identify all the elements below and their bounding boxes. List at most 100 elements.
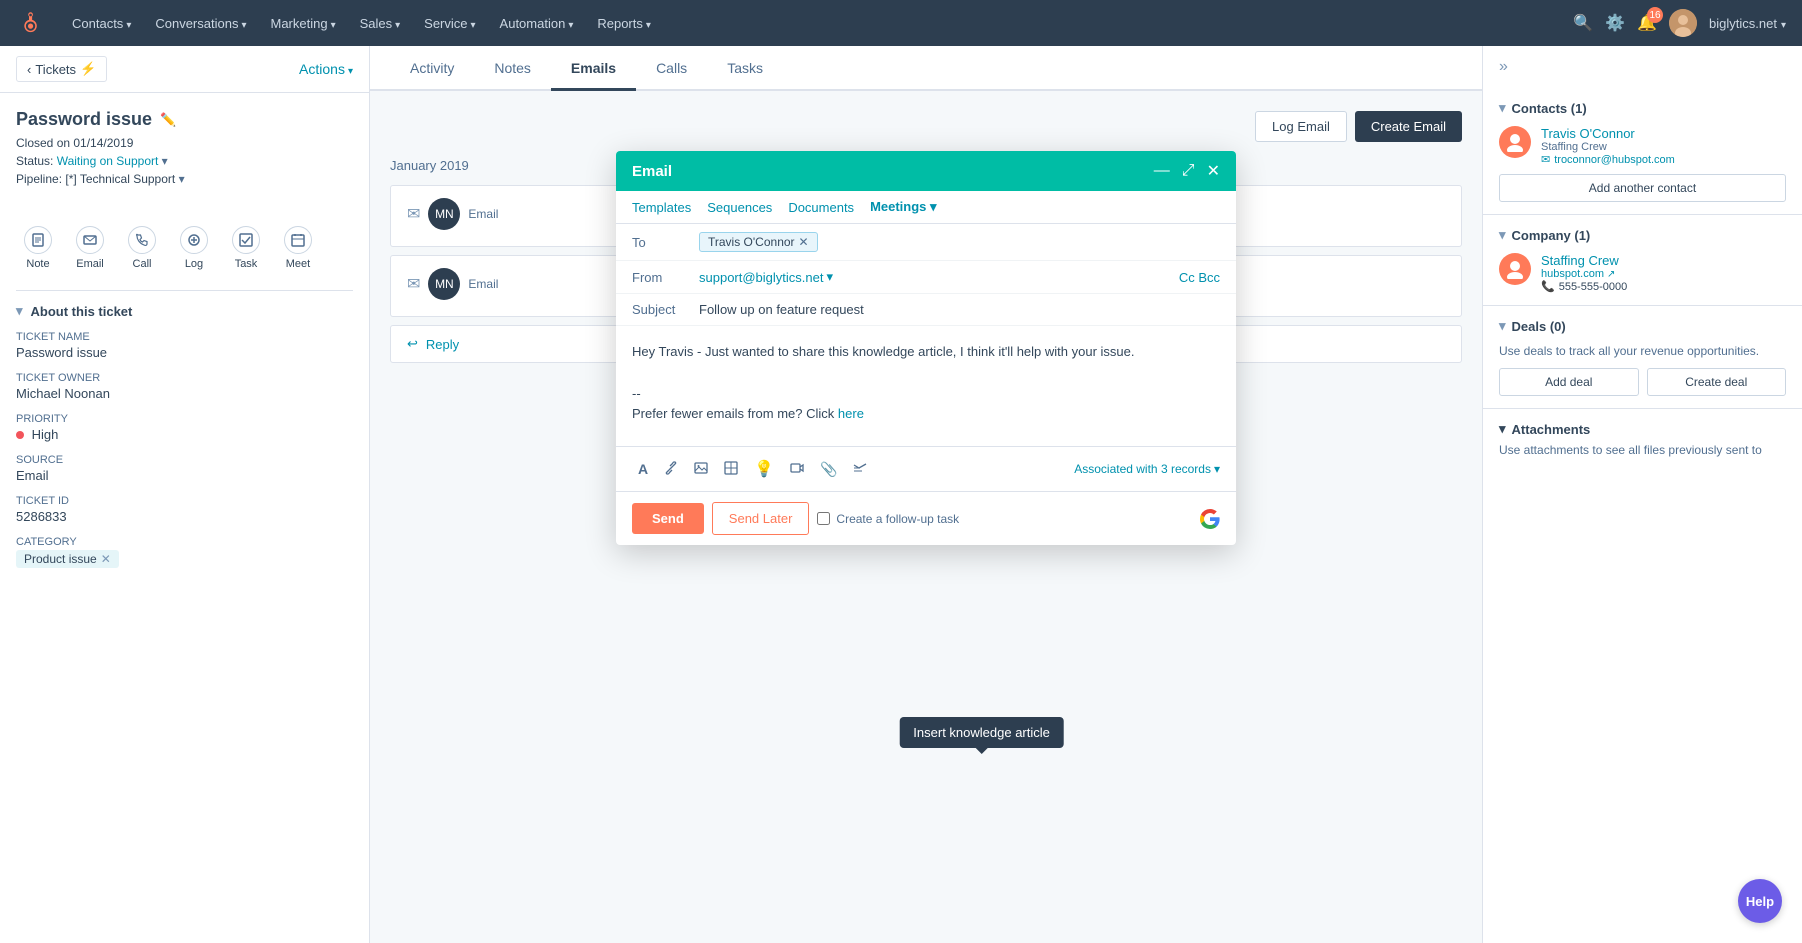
nav-automation[interactable]: Automation [490,10,584,37]
note-button[interactable]: Note [16,222,60,274]
deals-section-header[interactable]: ▾ Deals (0) [1499,318,1786,334]
bold-button[interactable]: A [632,457,654,481]
phone-icon: 📞 [1541,280,1555,293]
ticket-owner-field: Ticket owner Michael Noonan [16,372,353,401]
ticket-name: Password issue [16,109,152,130]
envelope-icon: ✉ [407,204,420,224]
modal-toolbar: Templates Sequences Documents Meetings ▾ [616,191,1236,224]
close-modal-button[interactable]: ✕ [1207,161,1220,181]
sender-avatar-2: MN [428,268,460,300]
tab-tasks[interactable]: Tasks [707,46,783,91]
unsubscribe-link[interactable]: here [838,406,864,421]
email-button[interactable]: Email [68,222,112,274]
expand-button[interactable]: ⤢ [1182,162,1195,180]
attachments-header[interactable]: ▾ Attachments [1499,421,1786,437]
content-area: Log Email Create Email January 2019 ✉ MN… [370,91,1482,943]
ticket-id-field: Ticket ID 5286833 [16,495,353,524]
snippet-button[interactable] [847,457,873,482]
tab-emails[interactable]: Emails [551,46,636,91]
back-to-tickets-button[interactable]: ‹ Tickets ⚡ [16,56,107,82]
modal-controls: — ⤢ ✕ [1154,161,1220,181]
add-deal-button[interactable]: Add deal [1499,368,1639,396]
add-contact-button[interactable]: Add another contact [1499,174,1786,202]
company-site-link[interactable]: hubspot.com ↗ [1541,268,1627,280]
modal-body[interactable]: Hey Travis - Just wanted to share this k… [616,326,1236,446]
about-header[interactable]: ▾ About this ticket [16,303,353,319]
chevron-down-icon: ▾ [1499,318,1506,334]
edit-icon[interactable]: ✏️ [160,112,176,128]
video-button[interactable] [784,457,810,482]
remove-contact-button[interactable]: ✕ [799,235,809,249]
actions-dropdown[interactable]: Actions [299,61,353,77]
meet-button[interactable]: Meet [276,222,320,274]
tab-activity[interactable]: Activity [390,46,474,91]
call-button[interactable]: Call [120,222,164,274]
nav-service[interactable]: Service [414,10,485,37]
create-email-button[interactable]: Create Email [1355,111,1462,142]
notifications[interactable]: 🔔 16 [1637,13,1657,33]
ticket-name-field: Ticket name Password issue [16,331,353,360]
follow-up-checkbox[interactable] [817,512,830,525]
subject-field: Subject Follow up on feature request [616,294,1236,326]
create-deal-button[interactable]: Create deal [1647,368,1787,396]
nav-reports[interactable]: Reports [587,10,661,37]
chevron-down-icon: ▾ [826,269,833,285]
task-icon [232,226,260,254]
link-button[interactable] [658,457,684,482]
knowledge-button[interactable]: 💡 [748,455,780,483]
avatar[interactable] [1669,9,1697,37]
hubspot-logo[interactable] [16,10,42,36]
envelope-icon: ✉ [407,274,420,294]
table-button[interactable] [718,457,744,482]
cc-button[interactable]: Cc [1179,270,1195,285]
app-body: ‹ Tickets ⚡ Actions Password issue ✏️ Cl… [0,46,1802,943]
sequences-link[interactable]: Sequences [707,200,772,215]
from-dropdown[interactable]: support@biglytics.net ▾ [699,269,833,285]
log-button[interactable]: Log [172,222,216,274]
minimize-button[interactable]: — [1154,162,1170,180]
contact-email-link[interactable]: ✉ troconnor@hubspot.com [1541,153,1675,166]
collapse-sidebar-button[interactable]: » [1499,58,1508,76]
chevron-down-icon [471,16,476,31]
right-sidebar: » ▾ Contacts (1) Travis O'Connor Staffin… [1482,46,1802,943]
image-button[interactable] [688,457,714,482]
company-section-header[interactable]: ▾ Company (1) [1499,227,1786,243]
help-button[interactable]: Help [1738,879,1782,923]
tab-calls[interactable]: Calls [636,46,707,91]
chevron-down-icon: ▾ [1499,421,1506,437]
documents-link[interactable]: Documents [788,200,854,215]
meet-icon [284,226,312,254]
contacts-section-header[interactable]: ▾ Contacts (1) [1499,100,1786,116]
bcc-button[interactable]: Bcc [1198,270,1220,285]
associated-records-link[interactable]: Associated with 3 records ▾ [1074,462,1220,476]
email-icon [76,226,104,254]
send-later-button[interactable]: Send Later [712,502,810,535]
search-icon[interactable]: 🔍 [1573,13,1593,33]
nav-conversations[interactable]: Conversations [145,10,256,37]
contact-avatar [1499,126,1531,158]
company-name-link[interactable]: Staffing Crew [1541,253,1627,268]
attachments-section: ▾ Attachments Use attachments to see all… [1483,409,1802,469]
company-avatar [1499,253,1531,285]
nav-marketing[interactable]: Marketing [260,10,345,37]
email-meta: Email [468,207,498,221]
follow-up-checkbox-label[interactable]: Create a follow-up task [817,512,959,526]
attachment-button[interactable]: 📎 [814,457,843,482]
send-button[interactable]: Send [632,503,704,534]
tab-notes[interactable]: Notes [474,46,551,91]
settings-icon[interactable]: ⚙️ [1605,13,1625,33]
nav-contacts[interactable]: Contacts [62,10,141,37]
about-section: ▾ About this ticket Ticket name Password… [0,291,369,592]
account-name[interactable]: biglytics.net [1709,16,1786,31]
company-card: Staffing Crew hubspot.com ↗ 📞 555-555-00… [1499,253,1786,293]
modal-title: Email [632,163,672,180]
remove-category-button[interactable]: ✕ [101,552,111,566]
to-contact-chip: Travis O'Connor ✕ [699,232,818,252]
templates-link[interactable]: Templates [632,200,691,215]
task-button[interactable]: Task [224,222,268,274]
log-email-button[interactable]: Log Email [1255,111,1347,142]
contact-name-link[interactable]: Travis O'Connor [1541,126,1675,141]
nav-sales[interactable]: Sales [350,10,411,37]
meetings-link[interactable]: Meetings ▾ [870,199,937,215]
call-icon [128,226,156,254]
